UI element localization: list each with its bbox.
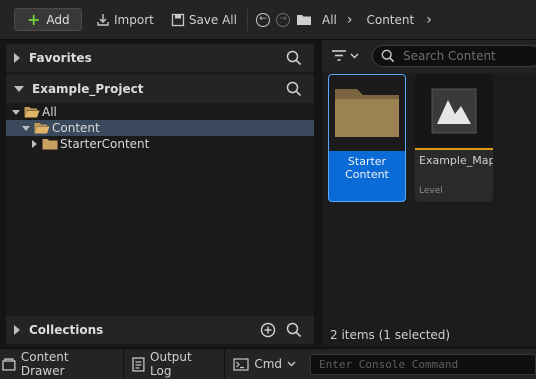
cmd-label: Cmd [254, 357, 282, 371]
add-button-label: Add [46, 12, 70, 27]
collapse-arrow-icon[interactable] [14, 86, 24, 92]
tree-item-label: All [42, 105, 57, 119]
breadcrumb-item-all[interactable]: All [322, 8, 337, 31]
asset-tile-startercontent[interactable]: Starter Content [328, 74, 406, 202]
import-label: Import [114, 12, 154, 27]
console-command-input[interactable]: Enter Console Command [310, 353, 536, 375]
level-icon [431, 88, 477, 134]
item-count-status: 2 items (1 selected) [330, 328, 451, 342]
content-panel: Search Content Starter Content Example_M… [322, 40, 536, 346]
import-button[interactable]: Import [96, 8, 154, 31]
folder-icon[interactable] [296, 13, 312, 26]
open-folder-icon [34, 123, 50, 134]
output-log-button[interactable]: Output Log [124, 348, 226, 379]
import-icon [97, 13, 109, 26]
expand-arrow-icon[interactable] [14, 325, 20, 335]
save-all-label: Save All [188, 12, 237, 27]
collections-header[interactable]: Collections [6, 316, 314, 344]
breadcrumb-chevron-icon[interactable]: › [426, 12, 432, 28]
search-icon[interactable] [286, 81, 302, 97]
breadcrumb-item-content[interactable]: Content [366, 8, 414, 31]
plus-icon: + [27, 9, 41, 29]
content-drawer-label: Content Drawer [20, 350, 69, 378]
sources-panel: Favorites Example_Project All Content St… [6, 44, 314, 346]
expand-arrow-icon[interactable] [32, 140, 37, 148]
chevron-down-icon [350, 53, 359, 58]
forward-arrow-icon[interactable]: → [275, 12, 290, 27]
tree-item-label: StarterContent [60, 137, 150, 151]
search-icon [381, 49, 395, 63]
favorites-label: Favorites [29, 51, 92, 65]
folder-icon [42, 139, 58, 150]
add-button[interactable]: + Add [14, 8, 82, 31]
search-icon[interactable] [286, 50, 302, 66]
console-placeholder: Enter Console Command [319, 357, 459, 371]
search-icon[interactable] [286, 322, 302, 338]
bottom-status-bar: Content Drawer Output Log Cmd Enter Cons… [0, 348, 536, 379]
asset-thumbnail [415, 74, 493, 150]
open-folder-icon [24, 107, 40, 118]
content-drawer-button[interactable]: Content Drawer [0, 348, 125, 379]
content-filter-bar: Search Content [322, 40, 536, 73]
terminal-icon [233, 357, 249, 371]
collections-label: Collections [29, 323, 104, 337]
save-icon [171, 13, 184, 26]
filter-button[interactable] [332, 50, 359, 61]
search-content-input[interactable]: Search Content [372, 45, 536, 67]
tree-item-label: Content [52, 121, 100, 135]
folder-icon [335, 89, 399, 137]
project-header[interactable]: Example_Project [6, 75, 314, 103]
toolbar-divider [246, 8, 248, 31]
asset-thumbnail [329, 75, 405, 151]
asset-name: Starter Content [345, 155, 389, 181]
save-all-button[interactable]: Save All [171, 8, 237, 31]
collapse-arrow-icon[interactable] [22, 125, 30, 131]
add-circle-icon[interactable] [260, 322, 276, 338]
output-log-label: Output Log [150, 350, 192, 378]
tree-item-all[interactable]: All [6, 104, 314, 120]
project-label: Example_Project [32, 82, 144, 96]
breadcrumb-chevron-icon[interactable]: › [347, 12, 353, 28]
asset-type-label: Level [419, 186, 443, 196]
panel-splitter[interactable] [314, 40, 322, 346]
back-arrow-icon[interactable]: ← [255, 12, 270, 27]
favorites-header[interactable]: Favorites [6, 44, 314, 72]
folder-tree: All Content StarterContent [6, 104, 314, 152]
asset-tile-example-map[interactable]: Example_Map Level [415, 74, 493, 202]
output-log-icon [132, 356, 145, 372]
asset-name: Example_Map [419, 154, 493, 167]
cmd-dropdown[interactable]: Cmd [225, 349, 304, 379]
filter-icon [332, 50, 346, 61]
tree-item-startercontent[interactable]: StarterContent [6, 136, 314, 152]
search-placeholder: Search Content [403, 49, 496, 63]
collapse-arrow-icon[interactable] [12, 109, 20, 115]
content-drawer-icon [2, 358, 16, 371]
chevron-down-icon [287, 361, 296, 367]
tree-item-content[interactable]: Content [6, 120, 314, 136]
content-browser-toolbar: + Add Import Save All ← → All › Content … [0, 0, 536, 40]
expand-arrow-icon[interactable] [14, 53, 20, 63]
